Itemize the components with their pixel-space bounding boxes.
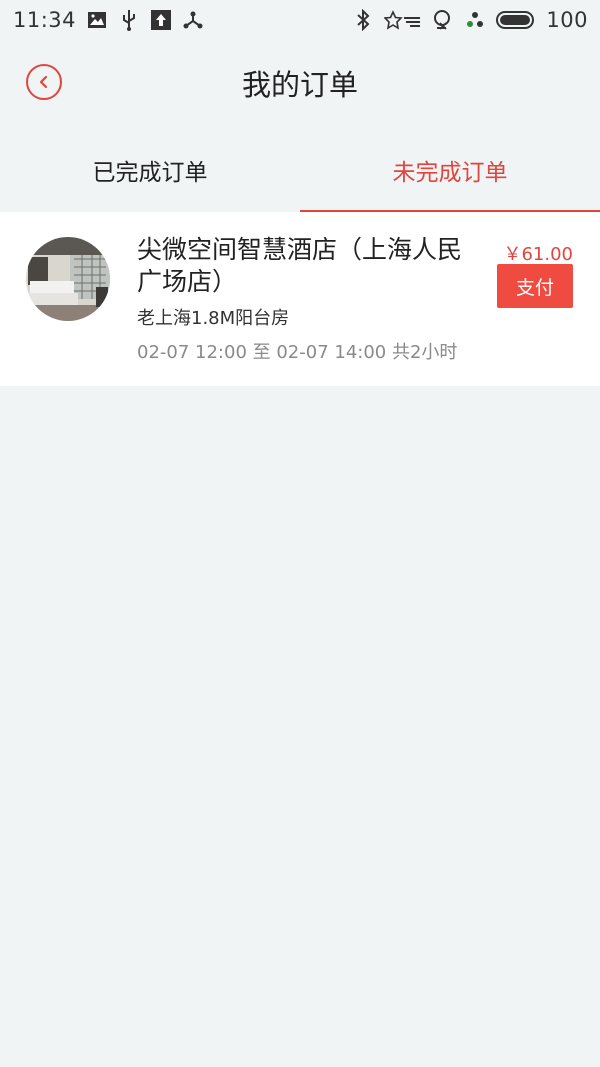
location-icon	[432, 9, 454, 31]
status-bar: 11:34 100	[0, 0, 600, 40]
header: 我的订单	[0, 40, 600, 128]
upload-icon	[150, 9, 172, 31]
hotel-name: 尖微空间智慧酒店（上海人民广场店）	[137, 235, 463, 296]
signal-icon	[464, 9, 486, 31]
pay-button[interactable]: 支付	[497, 264, 573, 308]
image-icon	[86, 9, 108, 31]
usb-icon	[118, 9, 140, 31]
battery-icon	[496, 9, 536, 31]
status-time: 11:34	[13, 8, 77, 32]
hotel-thumbnail	[26, 237, 110, 321]
status-right: 100	[352, 8, 588, 32]
page-title: 我的订单	[241, 68, 358, 102]
bluetooth-icon	[352, 9, 374, 31]
order-tabs: 已完成订单 未完成订单	[0, 128, 600, 212]
order-price: ￥61.00	[503, 244, 573, 265]
star-wifi-icon	[384, 9, 422, 31]
status-left: 11:34	[13, 8, 204, 32]
room-type: 老上海1.8M阳台房	[137, 308, 290, 329]
screen: 11:34 100 我的订单 已完成订单 未完成订单 尖微空间智慧酒店（上海人民…	[0, 0, 600, 1067]
tab-completed-orders[interactable]: 已完成订单	[0, 128, 300, 212]
tab-pending-orders[interactable]: 未完成订单	[300, 128, 600, 212]
booking-time-range: 02-07 12:00 至 02-07 14:00 共2小时	[137, 342, 458, 363]
share-icon	[182, 9, 204, 31]
order-card[interactable]: 尖微空间智慧酒店（上海人民广场店） 老上海1.8M阳台房 02-07 12:00…	[0, 212, 600, 386]
battery-level: 100	[546, 8, 588, 32]
